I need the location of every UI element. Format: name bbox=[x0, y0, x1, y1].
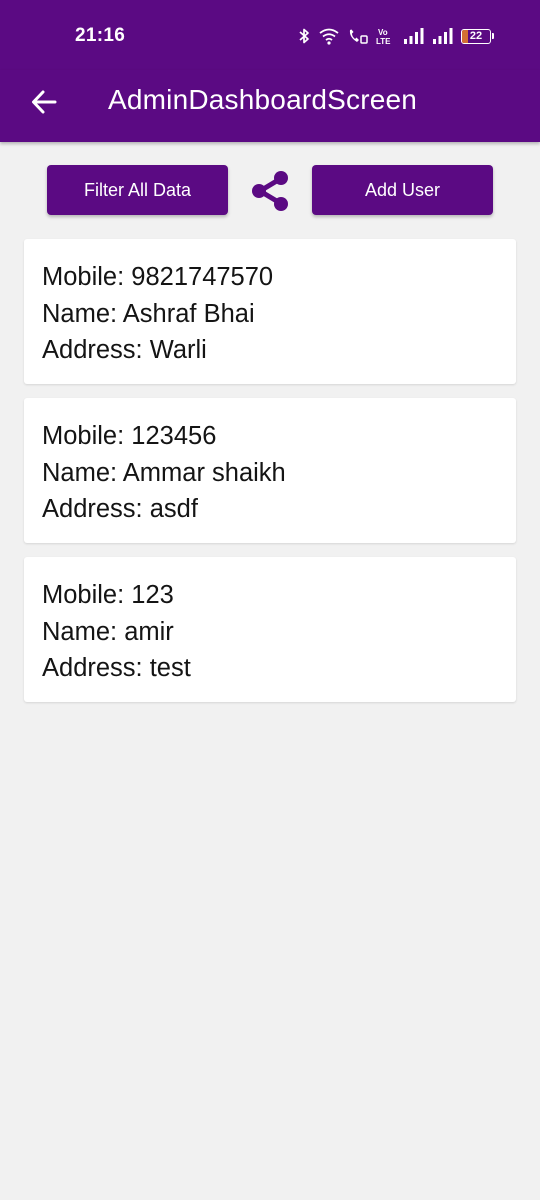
back-button[interactable] bbox=[24, 82, 64, 122]
action-toolbar: Filter All Data Add User bbox=[0, 165, 540, 215]
user-mobile: Mobile: 123 bbox=[42, 581, 174, 609]
page-title: AdminDashboardScreen bbox=[108, 84, 418, 115]
svg-text:LTE: LTE bbox=[376, 37, 391, 45]
wifi-icon bbox=[319, 28, 339, 45]
share-icon bbox=[252, 171, 288, 211]
user-card[interactable]: Mobile: 9821747570 Name: Ashraf Bhai Add… bbox=[24, 239, 516, 384]
svg-text:Vo: Vo bbox=[378, 28, 388, 37]
user-name: Name: amir bbox=[42, 617, 174, 646]
status-time: 21:16 bbox=[75, 25, 126, 46]
share-button[interactable] bbox=[248, 168, 294, 214]
status-bar: 21:16 Vo LTE 22 bbox=[0, 0, 540, 70]
user-mobile: Mobile: 123456 bbox=[42, 422, 217, 450]
add-user-button[interactable]: Add User bbox=[312, 165, 493, 215]
volte-icon: Vo LTE bbox=[376, 28, 391, 45]
signal-strength-icon bbox=[404, 28, 424, 44]
arrow-back-icon bbox=[32, 90, 57, 114]
battery-level: 22 bbox=[469, 29, 483, 42]
user-address: Address: Warli bbox=[42, 336, 207, 364]
user-address: Address: test bbox=[42, 654, 191, 682]
signal-strength-2-icon bbox=[433, 28, 453, 44]
status-icons: Vo LTE 22 bbox=[297, 24, 494, 48]
wifi-call-icon bbox=[349, 29, 368, 44]
filter-all-data-button[interactable]: Filter All Data bbox=[47, 165, 228, 215]
user-list: Mobile: 9821747570 Name: Ashraf Bhai Add… bbox=[24, 239, 516, 716]
user-address: Address: asdf bbox=[42, 495, 198, 523]
user-mobile: Mobile: 9821747570 bbox=[42, 263, 274, 291]
user-card[interactable]: Mobile: 123456 Name: Ammar shaikh Addres… bbox=[24, 398, 516, 543]
battery-icon: 22 bbox=[461, 28, 494, 44]
app-bar: AdminDashboardScreen bbox=[0, 70, 540, 142]
user-name: Name: Ashraf Bhai bbox=[42, 299, 255, 328]
bluetooth-icon bbox=[299, 28, 309, 44]
user-name: Name: Ammar shaikh bbox=[42, 458, 286, 487]
user-card[interactable]: Mobile: 123 Name: amir Address: test bbox=[24, 557, 516, 702]
